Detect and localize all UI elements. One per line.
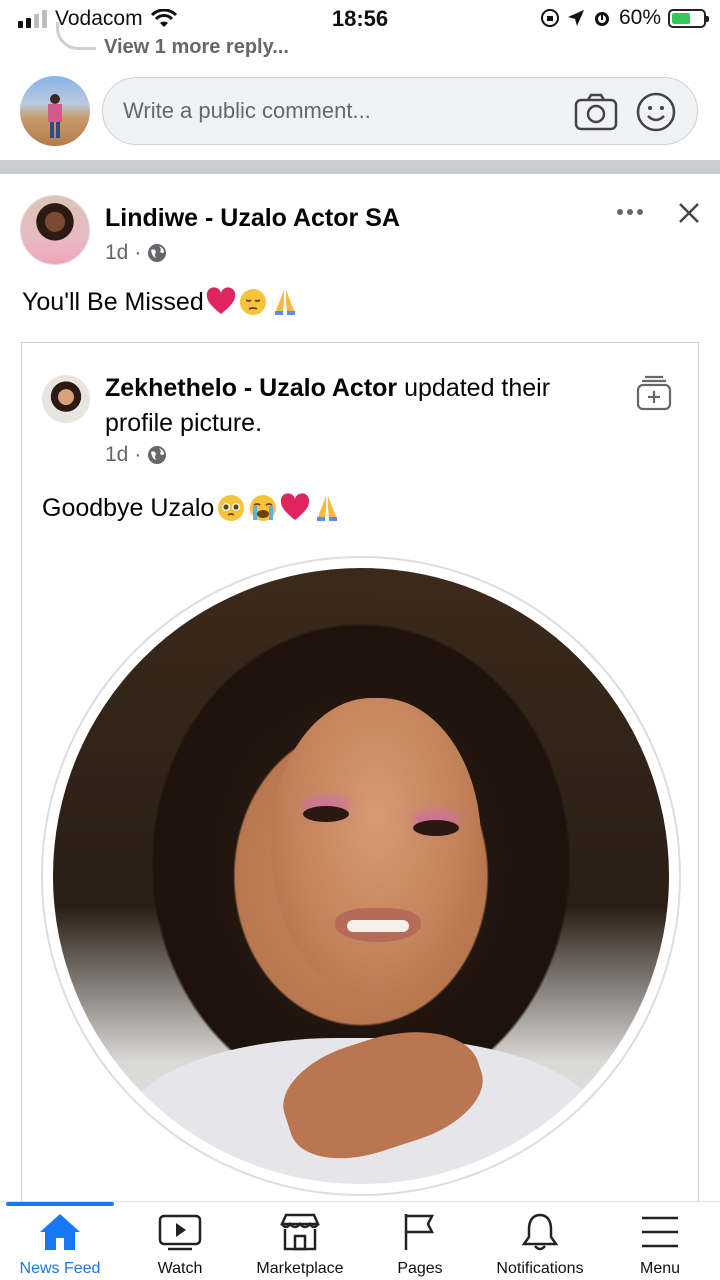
nav-news-feed[interactable]: News Feed [0, 1202, 120, 1280]
shared-headline: Zekhethelo - Uzalo Actor updated their p… [105, 371, 605, 441]
nav-notifications[interactable]: Notifications [480, 1202, 600, 1280]
shared-post-card[interactable]: Zekhethelo - Uzalo Actor updated their p… [21, 342, 699, 1222]
post-time[interactable]: 1d [105, 241, 128, 265]
shared-meta: 1d · [105, 443, 167, 467]
comment-input[interactable] [123, 78, 563, 144]
home-icon [37, 1212, 83, 1252]
status-bar: Vodacom 18:56 60% [0, 0, 720, 36]
close-icon [679, 203, 699, 223]
nav-label: Watch [157, 1260, 203, 1277]
photo-smile [347, 920, 409, 932]
rotation-lock-icon [540, 9, 559, 27]
profile-picture[interactable] [53, 568, 669, 1184]
photo-left-eye [303, 806, 349, 822]
menu-icon [637, 1212, 683, 1252]
nav-label: Marketplace [256, 1260, 344, 1277]
photo-face [271, 698, 481, 998]
photo-right-eye [413, 820, 459, 836]
view-more-replies-link[interactable]: View 1 more reply... [104, 36, 289, 59]
smiley-icon [636, 92, 676, 132]
nav-label: Notifications [496, 1260, 584, 1277]
hide-post-button[interactable] [672, 196, 706, 230]
post-text: You'll Be Missed [22, 287, 300, 317]
camera-icon [574, 93, 618, 131]
reply-thread-line [56, 22, 96, 50]
nav-label: Pages [397, 1260, 443, 1277]
post-message: You'll Be Missed [22, 287, 204, 316]
nav-menu[interactable]: Menu [600, 1202, 720, 1280]
status-right: 60% [540, 6, 709, 30]
shared-author-avatar[interactable] [42, 375, 90, 423]
heart-emoji [206, 287, 235, 314]
emoji-button[interactable] [633, 89, 679, 135]
camera-button[interactable] [573, 89, 619, 135]
current-user-avatar[interactable] [20, 76, 90, 146]
globe-icon [148, 244, 167, 262]
battery-level [672, 12, 690, 24]
video-icon [157, 1212, 203, 1252]
flag-icon [397, 1212, 443, 1252]
pensive-emoji [239, 289, 266, 315]
globe-icon [148, 446, 167, 464]
shared-author-name[interactable]: Zekhethelo - Uzalo Actor [105, 374, 397, 402]
comment-composer[interactable] [102, 77, 698, 145]
store-icon [277, 1212, 323, 1252]
save-post-button[interactable] [634, 373, 674, 413]
profile-picture-frame[interactable] [41, 556, 681, 1196]
battery-percent: 60% [618, 6, 661, 29]
heart-emoji [281, 493, 310, 520]
battery-icon [668, 8, 709, 28]
shared-text: Goodbye Uzalo [42, 493, 342, 523]
feed-divider [0, 160, 720, 174]
shared-message: Goodbye Uzalo [42, 493, 215, 522]
meta-separator: · [134, 241, 142, 264]
post-author-name[interactable]: Lindiwe - Uzalo Actor SA [105, 204, 400, 233]
shared-time[interactable]: 1d [105, 443, 128, 467]
location-icon [567, 10, 584, 26]
pray-emoji [274, 290, 295, 315]
nav-marketplace[interactable]: Marketplace [240, 1202, 360, 1280]
nav-pages[interactable]: Pages [360, 1202, 480, 1280]
alarm-icon [594, 12, 609, 26]
add-to-collection-icon [636, 375, 672, 411]
post-options-button[interactable] [612, 196, 648, 228]
post-author-avatar[interactable] [20, 195, 90, 265]
post-meta: 1d · [105, 241, 167, 265]
pray-emoji [317, 496, 338, 521]
nav-label: Menu [639, 1260, 681, 1277]
bell-icon [517, 1212, 563, 1252]
crying-emoji [250, 495, 277, 521]
bottom-navigation: News Feed Watch Marketplace Pages Notifi… [0, 1201, 720, 1280]
meta-separator: · [134, 443, 142, 466]
nav-label: News Feed [19, 1260, 101, 1277]
pleading-emoji [218, 495, 245, 521]
nav-watch[interactable]: Watch [120, 1202, 240, 1280]
